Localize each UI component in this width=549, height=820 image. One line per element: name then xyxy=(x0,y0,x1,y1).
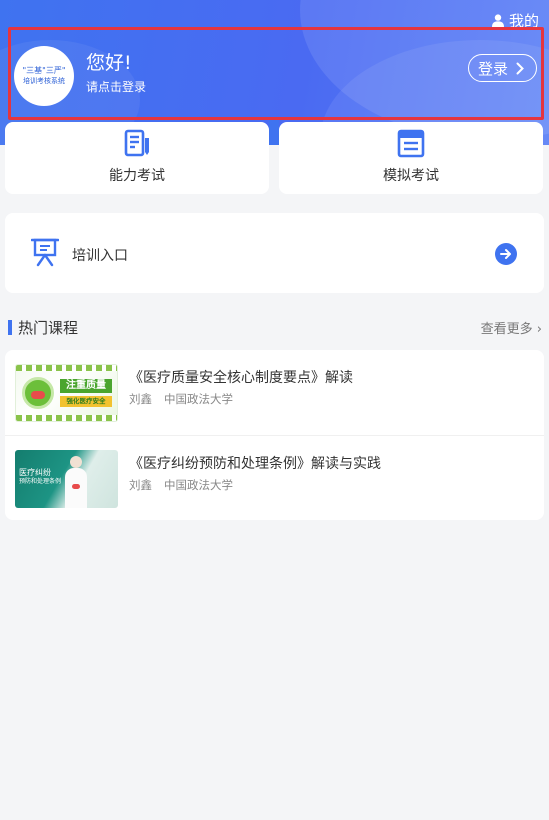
login-button[interactable]: 登录 xyxy=(467,54,537,82)
ability-exam-label: 能力考试 xyxy=(109,168,165,184)
avatar-logo-line1: "三基"三严" xyxy=(22,66,66,75)
thumbnail-text: 预防和处理条例 xyxy=(19,478,62,485)
course-meta: 刘鑫 中国政法大学 xyxy=(129,391,233,407)
avatar-logo-line2: 培训考核系统 xyxy=(23,77,65,85)
header-tab-connector xyxy=(269,120,279,145)
section-accent-bar xyxy=(8,319,12,335)
course-list: 注重质量 强化医疗安全 《医疗质量安全核心制度要点》解读 刘鑫 中国政法大学 医疗… xyxy=(5,350,544,520)
document-list-icon xyxy=(397,129,425,158)
course-meta: 刘鑫 中国政法大学 xyxy=(129,477,233,493)
chevron-right-icon: › xyxy=(536,322,542,337)
hot-courses-title: 热门课程 xyxy=(18,318,79,337)
course-institution: 中国政法大学 xyxy=(164,392,233,406)
mock-exam-label: 模拟考试 xyxy=(383,168,439,184)
exam-paper-icon xyxy=(124,129,149,157)
thumbnail-text: 医疗纠纷 xyxy=(19,468,51,477)
login-hint: 请点击登录 xyxy=(86,80,147,94)
presentation-board-icon xyxy=(31,238,59,267)
user-icon xyxy=(491,14,504,27)
training-entry-label: 培训入口 xyxy=(72,248,128,264)
course-lecturer: 刘鑫 xyxy=(129,478,152,492)
course-title: 《医疗纠纷预防和处理条例》解读与实践 xyxy=(129,456,381,472)
arrow-right-circle-icon[interactable] xyxy=(495,243,517,265)
course-item[interactable]: 医疗纠纷 预防和处理条例 《医疗纠纷预防和处理条例》解读与实践 刘鑫 中国政法大学 xyxy=(5,435,544,520)
chevron-right-icon xyxy=(516,62,524,74)
course-lecturer: 刘鑫 xyxy=(129,392,152,406)
course-thumbnail: 医疗纠纷 预防和处理条例 xyxy=(15,450,118,508)
ability-exam-card[interactable]: 能力考试 xyxy=(5,122,269,194)
greeting-text: 您好! xyxy=(86,52,132,74)
course-item[interactable]: 注重质量 强化医疗安全 《医疗质量安全核心制度要点》解读 刘鑫 中国政法大学 xyxy=(5,350,544,435)
avatar[interactable]: "三基"三严" 培训考核系统 xyxy=(14,46,74,106)
course-thumbnail: 注重质量 强化医疗安全 xyxy=(15,364,118,422)
training-entry-card[interactable]: 培训入口 xyxy=(5,213,544,293)
thumbnail-text: 强化医疗安全 xyxy=(66,397,106,405)
course-institution: 中国政法大学 xyxy=(164,478,233,492)
hot-courses-header: 热门课程 查看更多 › xyxy=(8,316,544,338)
view-more-label: 查看更多 xyxy=(480,322,533,337)
course-title: 《医疗质量安全核心制度要点》解读 xyxy=(129,370,353,386)
login-prompt-area[interactable]: "三基"三严" 培训考核系统 您好! 请点击登录 登录 xyxy=(8,27,544,120)
view-more-link[interactable]: 查看更多 › xyxy=(481,318,542,337)
mock-exam-card[interactable]: 模拟考试 xyxy=(279,122,543,194)
thumbnail-text: 注重质量 xyxy=(66,380,106,391)
login-button-label: 登录 xyxy=(477,59,508,78)
